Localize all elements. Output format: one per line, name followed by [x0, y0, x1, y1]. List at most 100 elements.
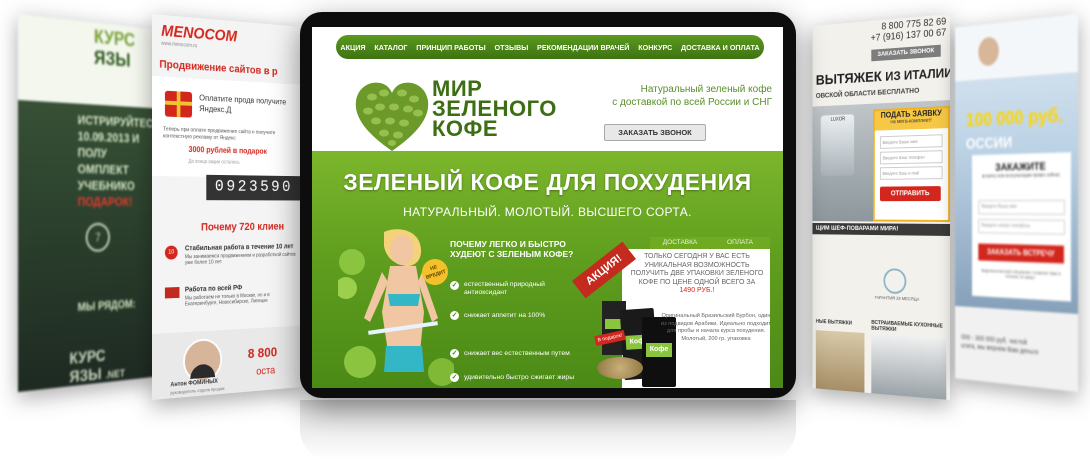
menocom-price: 3000 рублей в подарок: [188, 145, 267, 156]
hoods-guarantee: ГАРАНТИЯ 24 МЕСЯЦА: [874, 294, 920, 302]
hoods-brand: LUXOR: [830, 116, 846, 123]
offer-price-prefix: ВСЕГО ЗА: [721, 278, 756, 286]
check-icon: ✓: [450, 349, 459, 358]
nav-item-doctors[interactable]: РЕКОМЕНДАЦИИ ВРАЧЕЙ: [537, 43, 629, 52]
menocom-why-title: Почему 720 клиен: [200, 221, 285, 234]
hero-subheadline: НАТУРАЛЬНЫЙ. МОЛОТЫЙ. ВЫСШЕГО СОРТА.: [403, 205, 692, 219]
product-description: Оригинальный Бразильский Бурбон, один из…: [661, 313, 771, 342]
check-icon: ✓: [450, 373, 459, 382]
years-badge-icon: 10: [164, 245, 178, 260]
hoods-headline: ВЫТЯЖЕК ИЗ ИТАЛИИ: [816, 64, 950, 89]
hoods-submit-button[interactable]: ОТПРАВИТЬ: [879, 186, 941, 202]
far-left-footer: КУРС ЯЗЫ .NET: [69, 344, 125, 389]
menocom-point-1: Стабильная работа в течение 10 лет Мы за…: [184, 243, 296, 267]
menocom-timer-label: До конца акции осталось: [188, 158, 240, 166]
check-icon: ✓: [450, 281, 459, 290]
far-right-name-input[interactable]: Введите Ваше имя: [978, 200, 1065, 215]
hoods-landing-card: 8 800 775 82 69 +7 (916) 137 00 67 ЗАКАЗ…: [812, 14, 950, 400]
far-left-landing-card: КУРС ЯЗЫ ИСТРИРУЙТЕСЬ 10.09.2013 И ПОЛУ …: [18, 14, 156, 392]
gift-icon: [164, 90, 193, 118]
nav-item-principle[interactable]: ПРИНЦИП РАБОТЫ: [416, 43, 485, 52]
benefit-text: естественный природный антиоксидант: [464, 281, 545, 296]
benefit-text: снижает аппетит на 100%: [464, 312, 546, 319]
far-left-heading-2: ЯЗЫ: [93, 47, 131, 72]
far-right-amount-sub: ОССИИ: [965, 134, 1013, 153]
offer-price: 1490 РУБ.!: [679, 287, 715, 294]
hoods-email-input[interactable]: Введите Ваш e-mail: [879, 166, 943, 180]
far-left-cta[interactable]: МЫ РЯДОМ:: [78, 297, 136, 314]
far-left-circle-number: 7: [85, 222, 110, 252]
far-right-bottom: 000 - 300 000 руб. чистой ьтата, мы верн…: [955, 305, 1078, 392]
menocom-footer-text: оста: [256, 364, 276, 378]
tagline-line: с доставкой по всей России и СНГ: [612, 97, 772, 108]
avatar: [183, 337, 223, 384]
far-left-promo-text: ИСТРИРУЙТЕСЬ 10.09.2013 И ПОЛУ ОМПЛЕКТ У…: [78, 111, 156, 209]
hoods-phone-input[interactable]: Введите Ваш телефон: [879, 150, 943, 165]
menocom-contact-panel: Антон ФОМИНЫХ руководитель отдела продаж…: [152, 325, 301, 400]
benefit-text: снижает вес естественным путем: [464, 350, 570, 357]
check-icon: ✓: [450, 311, 459, 320]
guarantee-icon: [883, 268, 907, 295]
tablet-screen: АКЦИЯ КАТАЛОГ ПРИНЦИП РАБОТЫ ОТЗЫВЫ РЕКО…: [312, 27, 783, 388]
countdown-timer: 0923590: [206, 174, 301, 201]
offer-text: ТОЛЬКО СЕГОДНЯ У ВАС ЕСТЬ УНИКАЛЬНАЯ ВОЗ…: [630, 253, 764, 296]
tab-delivery[interactable]: ДОСТАВКА: [650, 237, 710, 249]
russia-flag-icon: [164, 287, 180, 299]
benefit-text: удивительно быстро сжигает жиры: [464, 374, 575, 381]
main-nav: АКЦИЯ КАТАЛОГ ПРИНЦИП РАБОТЫ ОТЗЫВЫ РЕКО…: [336, 35, 764, 59]
menocom-logo[interactable]: MENOCOM www.menocom.ru: [161, 23, 237, 52]
kitchen-image-left: [815, 330, 865, 393]
far-right-header: [955, 14, 1078, 82]
menocom-small-text: Теперь при оплате продвижения сайта н по…: [163, 126, 276, 142]
far-left-gift-line: ПОДАРОК!: [77, 194, 133, 209]
coffee-beans-image: [597, 357, 643, 379]
menocom-subtitle: Продвижение сайтов в р: [159, 58, 278, 78]
far-left-promo-line: ОМПЛЕКТ УЧЕБНИКО: [77, 161, 135, 193]
hoods-chef-banner: ЩИМ ШЕФ-ПОВАРАМИ МИРА!: [812, 222, 950, 237]
far-right-footnote: Видеоконтактный специалист позвонит Вам …: [981, 268, 1061, 281]
hood-product-image: [820, 114, 855, 176]
nav-item-contest[interactable]: КОНКУРС: [638, 43, 672, 52]
logo-line: КОФЕ: [432, 116, 498, 141]
far-left-promo-line: 10.09.2013 И ПОЛУ: [77, 128, 140, 161]
hoods-headline-prefix: ВЫТЯЖЕК: [815, 68, 882, 89]
hoods-phones: 8 800 775 82 69 +7 (916) 137 00 67: [846, 16, 947, 46]
pack-label: Кофе: [646, 343, 672, 357]
menocom-landing-card: MENOCOM www.menocom.ru Продвижение сайто…: [152, 14, 301, 400]
hoods-section-left: НЫЕ ВЫТЯЖКИ: [815, 318, 852, 327]
offer-tabs: ДОСТАВКА ОПЛАТА: [650, 237, 770, 249]
hoods-subheadline: ОВСКОЙ ОБЛАСТИ БЕСПЛАТНО: [815, 85, 920, 100]
nav-item-delivery[interactable]: ДОСТАВКА И ОПЛАТА: [681, 43, 760, 52]
far-right-landing-card: 100 000 руб. ОССИИ ЗАКАЖИТЕ встречу или …: [955, 14, 1078, 392]
menocom-point-1-text: Мы занимаемся продвижением и разработкой…: [184, 251, 296, 267]
hoods-order-button[interactable]: ЗАКАЗАТЬ ЗВОНОК: [871, 44, 941, 62]
menocom-offer-panel: Оплатите продв получите Яндекс.Д Теперь …: [152, 76, 301, 179]
tagline-line: Натуральный зеленый кофе: [640, 84, 772, 95]
far-left-header: КУРС ЯЗЫ: [18, 14, 156, 109]
tab-payment[interactable]: ОПЛАТА: [710, 237, 770, 249]
request-call-button[interactable]: ЗАКАЗАТЬ ЗВОНОК: [604, 124, 706, 141]
benefits-question: ПОЧЕМУ ЛЕГКО И БЫСТРО ХУДЕЮТ С ЗЕЛЕНЫМ К…: [450, 239, 573, 259]
hoods-headline-suffix: ИЗ ИТАЛИИ: [885, 64, 950, 84]
question-line: ПОЧЕМУ ЛЕГКО И БЫСТРО: [450, 239, 566, 249]
hero-headline: ЗЕЛЕНЫЙ КОФЕ ДЛЯ ПОХУДЕНИЯ: [343, 169, 752, 195]
nav-item-akcia[interactable]: АКЦИЯ: [340, 43, 365, 52]
menocom-phone[interactable]: 8 800: [248, 344, 277, 361]
site-logo-text[interactable]: МИР ЗЕЛЕНОГО КОФЕ: [432, 78, 557, 141]
menocom-point-2: Работа по всей РФ Мы работаем не только …: [185, 283, 296, 308]
hoods-name-input[interactable]: Введите Ваше имя: [879, 134, 943, 149]
far-left-footer-line: ЯЗЫ: [69, 364, 102, 387]
far-left-footer-suffix: .NET: [105, 367, 125, 382]
far-right-form: ЗАКАЖИТЕ встречу или консультацию прямо …: [972, 152, 1071, 302]
far-right-phone-input[interactable]: Введите номер телефона: [978, 218, 1065, 235]
nav-item-catalog[interactable]: КАТАЛОГ: [374, 43, 407, 52]
site-tagline: Натуральный зеленый кофе с доставкой по …: [562, 83, 772, 109]
question-line: ХУДЕЮТ С ЗЕЛЕНЫМ КОФЕ?: [450, 249, 574, 259]
hoods-form-header: ПОДАТЬ ЗАЯВКУ на мега-комплект!: [874, 108, 949, 131]
nav-item-reviews[interactable]: ОТЗЫВЫ: [495, 43, 529, 52]
avatar: [978, 36, 999, 67]
far-right-submit-button[interactable]: ЗАКАЗАТЬ ВСТРЕЧУ: [978, 243, 1064, 264]
far-right-amount: 100 000 руб.: [965, 104, 1063, 132]
far-right-form-sub: встречу или консультацию прямо сейчас: [982, 172, 1060, 180]
coffee-heart-logo-icon: [355, 82, 429, 151]
